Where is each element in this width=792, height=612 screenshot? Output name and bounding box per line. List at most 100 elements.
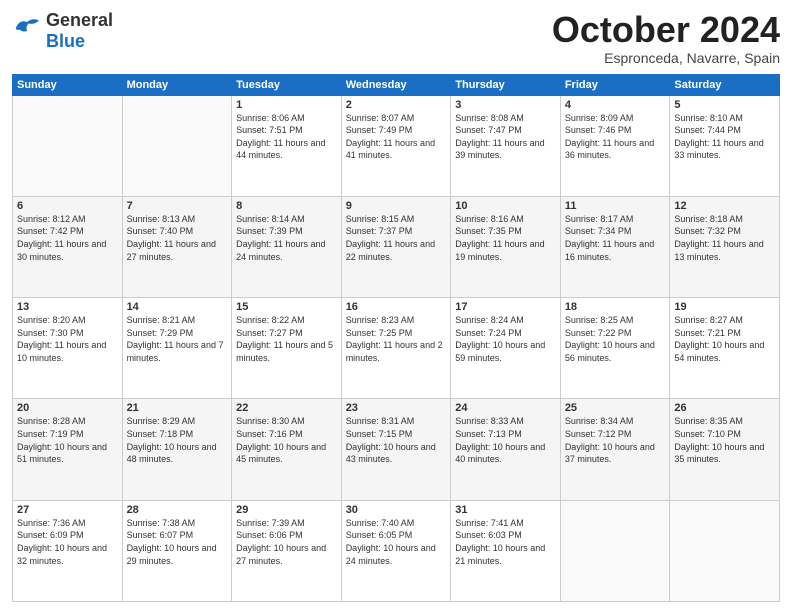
calendar-cell: 26Sunrise: 8:35 AM Sunset: 7:10 PM Dayli… (670, 399, 780, 500)
calendar-cell: 28Sunrise: 7:38 AM Sunset: 6:07 PM Dayli… (122, 500, 232, 601)
day-number: 9 (346, 200, 447, 212)
day-number: 3 (455, 99, 556, 111)
day-header-monday: Monday (122, 74, 232, 95)
day-number: 17 (455, 301, 556, 313)
calendar-cell: 10Sunrise: 8:16 AM Sunset: 7:35 PM Dayli… (451, 196, 561, 297)
day-info: Sunrise: 8:15 AM Sunset: 7:37 PM Dayligh… (346, 213, 447, 263)
day-number: 28 (127, 504, 228, 516)
day-info: Sunrise: 8:22 AM Sunset: 7:27 PM Dayligh… (236, 314, 337, 364)
calendar-cell (122, 95, 232, 196)
calendar-cell: 8Sunrise: 8:14 AM Sunset: 7:39 PM Daylig… (232, 196, 342, 297)
calendar-cell: 16Sunrise: 8:23 AM Sunset: 7:25 PM Dayli… (341, 298, 451, 399)
day-number: 27 (17, 504, 118, 516)
day-info: Sunrise: 8:20 AM Sunset: 7:30 PM Dayligh… (17, 314, 118, 364)
calendar-cell: 11Sunrise: 8:17 AM Sunset: 7:34 PM Dayli… (560, 196, 670, 297)
calendar-cell: 1Sunrise: 8:06 AM Sunset: 7:51 PM Daylig… (232, 95, 342, 196)
day-number: 5 (674, 99, 775, 111)
calendar-cell: 7Sunrise: 8:13 AM Sunset: 7:40 PM Daylig… (122, 196, 232, 297)
day-header-friday: Friday (560, 74, 670, 95)
calendar-cell: 9Sunrise: 8:15 AM Sunset: 7:37 PM Daylig… (341, 196, 451, 297)
day-number: 4 (565, 99, 666, 111)
calendar-cell: 23Sunrise: 8:31 AM Sunset: 7:15 PM Dayli… (341, 399, 451, 500)
calendar-cell: 12Sunrise: 8:18 AM Sunset: 7:32 PM Dayli… (670, 196, 780, 297)
day-info: Sunrise: 8:28 AM Sunset: 7:19 PM Dayligh… (17, 415, 118, 465)
day-number: 24 (455, 402, 556, 414)
day-info: Sunrise: 8:30 AM Sunset: 7:16 PM Dayligh… (236, 415, 337, 465)
calendar-cell: 22Sunrise: 8:30 AM Sunset: 7:16 PM Dayli… (232, 399, 342, 500)
calendar-cell: 18Sunrise: 8:25 AM Sunset: 7:22 PM Dayli… (560, 298, 670, 399)
day-info: Sunrise: 8:16 AM Sunset: 7:35 PM Dayligh… (455, 213, 556, 263)
day-number: 23 (346, 402, 447, 414)
day-info: Sunrise: 8:27 AM Sunset: 7:21 PM Dayligh… (674, 314, 775, 364)
day-header-tuesday: Tuesday (232, 74, 342, 95)
day-header-wednesday: Wednesday (341, 74, 451, 95)
day-number: 12 (674, 200, 775, 212)
logo-general: General (46, 10, 113, 30)
calendar-cell (13, 95, 123, 196)
calendar-table: SundayMondayTuesdayWednesdayThursdayFrid… (12, 74, 780, 602)
day-number: 31 (455, 504, 556, 516)
day-info: Sunrise: 7:38 AM Sunset: 6:07 PM Dayligh… (127, 517, 228, 567)
day-info: Sunrise: 7:36 AM Sunset: 6:09 PM Dayligh… (17, 517, 118, 567)
calendar-cell (670, 500, 780, 601)
logo-icon (12, 17, 42, 39)
day-number: 29 (236, 504, 337, 516)
logo: General Blue (12, 10, 113, 51)
calendar-cell: 24Sunrise: 8:33 AM Sunset: 7:13 PM Dayli… (451, 399, 561, 500)
day-number: 22 (236, 402, 337, 414)
page: General Blue October 2024 Espronceda, Na… (0, 0, 792, 612)
day-info: Sunrise: 8:31 AM Sunset: 7:15 PM Dayligh… (346, 415, 447, 465)
calendar-cell: 17Sunrise: 8:24 AM Sunset: 7:24 PM Dayli… (451, 298, 561, 399)
month-title: October 2024 (552, 10, 780, 50)
calendar-cell: 3Sunrise: 8:08 AM Sunset: 7:47 PM Daylig… (451, 95, 561, 196)
day-number: 30 (346, 504, 447, 516)
calendar-week-4: 20Sunrise: 8:28 AM Sunset: 7:19 PM Dayli… (13, 399, 780, 500)
day-info: Sunrise: 7:40 AM Sunset: 6:05 PM Dayligh… (346, 517, 447, 567)
day-number: 21 (127, 402, 228, 414)
calendar-week-3: 13Sunrise: 8:20 AM Sunset: 7:30 PM Dayli… (13, 298, 780, 399)
day-info: Sunrise: 8:35 AM Sunset: 7:10 PM Dayligh… (674, 415, 775, 465)
calendar-cell: 13Sunrise: 8:20 AM Sunset: 7:30 PM Dayli… (13, 298, 123, 399)
day-info: Sunrise: 7:41 AM Sunset: 6:03 PM Dayligh… (455, 517, 556, 567)
day-info: Sunrise: 8:12 AM Sunset: 7:42 PM Dayligh… (17, 213, 118, 263)
day-info: Sunrise: 8:07 AM Sunset: 7:49 PM Dayligh… (346, 112, 447, 162)
day-info: Sunrise: 8:17 AM Sunset: 7:34 PM Dayligh… (565, 213, 666, 263)
day-number: 2 (346, 99, 447, 111)
day-info: Sunrise: 8:33 AM Sunset: 7:13 PM Dayligh… (455, 415, 556, 465)
day-info: Sunrise: 8:13 AM Sunset: 7:40 PM Dayligh… (127, 213, 228, 263)
day-info: Sunrise: 8:29 AM Sunset: 7:18 PM Dayligh… (127, 415, 228, 465)
day-number: 6 (17, 200, 118, 212)
calendar-cell: 29Sunrise: 7:39 AM Sunset: 6:06 PM Dayli… (232, 500, 342, 601)
logo-text: General Blue (46, 10, 113, 51)
calendar-cell: 20Sunrise: 8:28 AM Sunset: 7:19 PM Dayli… (13, 399, 123, 500)
day-info: Sunrise: 8:10 AM Sunset: 7:44 PM Dayligh… (674, 112, 775, 162)
calendar-week-2: 6Sunrise: 8:12 AM Sunset: 7:42 PM Daylig… (13, 196, 780, 297)
location: Espronceda, Navarre, Spain (552, 50, 780, 66)
day-number: 7 (127, 200, 228, 212)
day-number: 18 (565, 301, 666, 313)
day-info: Sunrise: 7:39 AM Sunset: 6:06 PM Dayligh… (236, 517, 337, 567)
day-info: Sunrise: 8:21 AM Sunset: 7:29 PM Dayligh… (127, 314, 228, 364)
calendar-cell: 31Sunrise: 7:41 AM Sunset: 6:03 PM Dayli… (451, 500, 561, 601)
title-block: October 2024 Espronceda, Navarre, Spain (552, 10, 780, 66)
day-header-saturday: Saturday (670, 74, 780, 95)
day-header-thursday: Thursday (451, 74, 561, 95)
day-number: 8 (236, 200, 337, 212)
day-number: 25 (565, 402, 666, 414)
day-info: Sunrise: 8:14 AM Sunset: 7:39 PM Dayligh… (236, 213, 337, 263)
day-info: Sunrise: 8:34 AM Sunset: 7:12 PM Dayligh… (565, 415, 666, 465)
calendar-cell: 25Sunrise: 8:34 AM Sunset: 7:12 PM Dayli… (560, 399, 670, 500)
day-info: Sunrise: 8:24 AM Sunset: 7:24 PM Dayligh… (455, 314, 556, 364)
calendar-cell: 6Sunrise: 8:12 AM Sunset: 7:42 PM Daylig… (13, 196, 123, 297)
calendar-cell: 5Sunrise: 8:10 AM Sunset: 7:44 PM Daylig… (670, 95, 780, 196)
day-number: 19 (674, 301, 775, 313)
day-number: 1 (236, 99, 337, 111)
header: General Blue October 2024 Espronceda, Na… (12, 10, 780, 66)
calendar-week-5: 27Sunrise: 7:36 AM Sunset: 6:09 PM Dayli… (13, 500, 780, 601)
logo-blue: Blue (46, 31, 113, 52)
day-number: 16 (346, 301, 447, 313)
day-info: Sunrise: 8:06 AM Sunset: 7:51 PM Dayligh… (236, 112, 337, 162)
day-number: 11 (565, 200, 666, 212)
calendar-cell: 14Sunrise: 8:21 AM Sunset: 7:29 PM Dayli… (122, 298, 232, 399)
calendar-cell: 30Sunrise: 7:40 AM Sunset: 6:05 PM Dayli… (341, 500, 451, 601)
